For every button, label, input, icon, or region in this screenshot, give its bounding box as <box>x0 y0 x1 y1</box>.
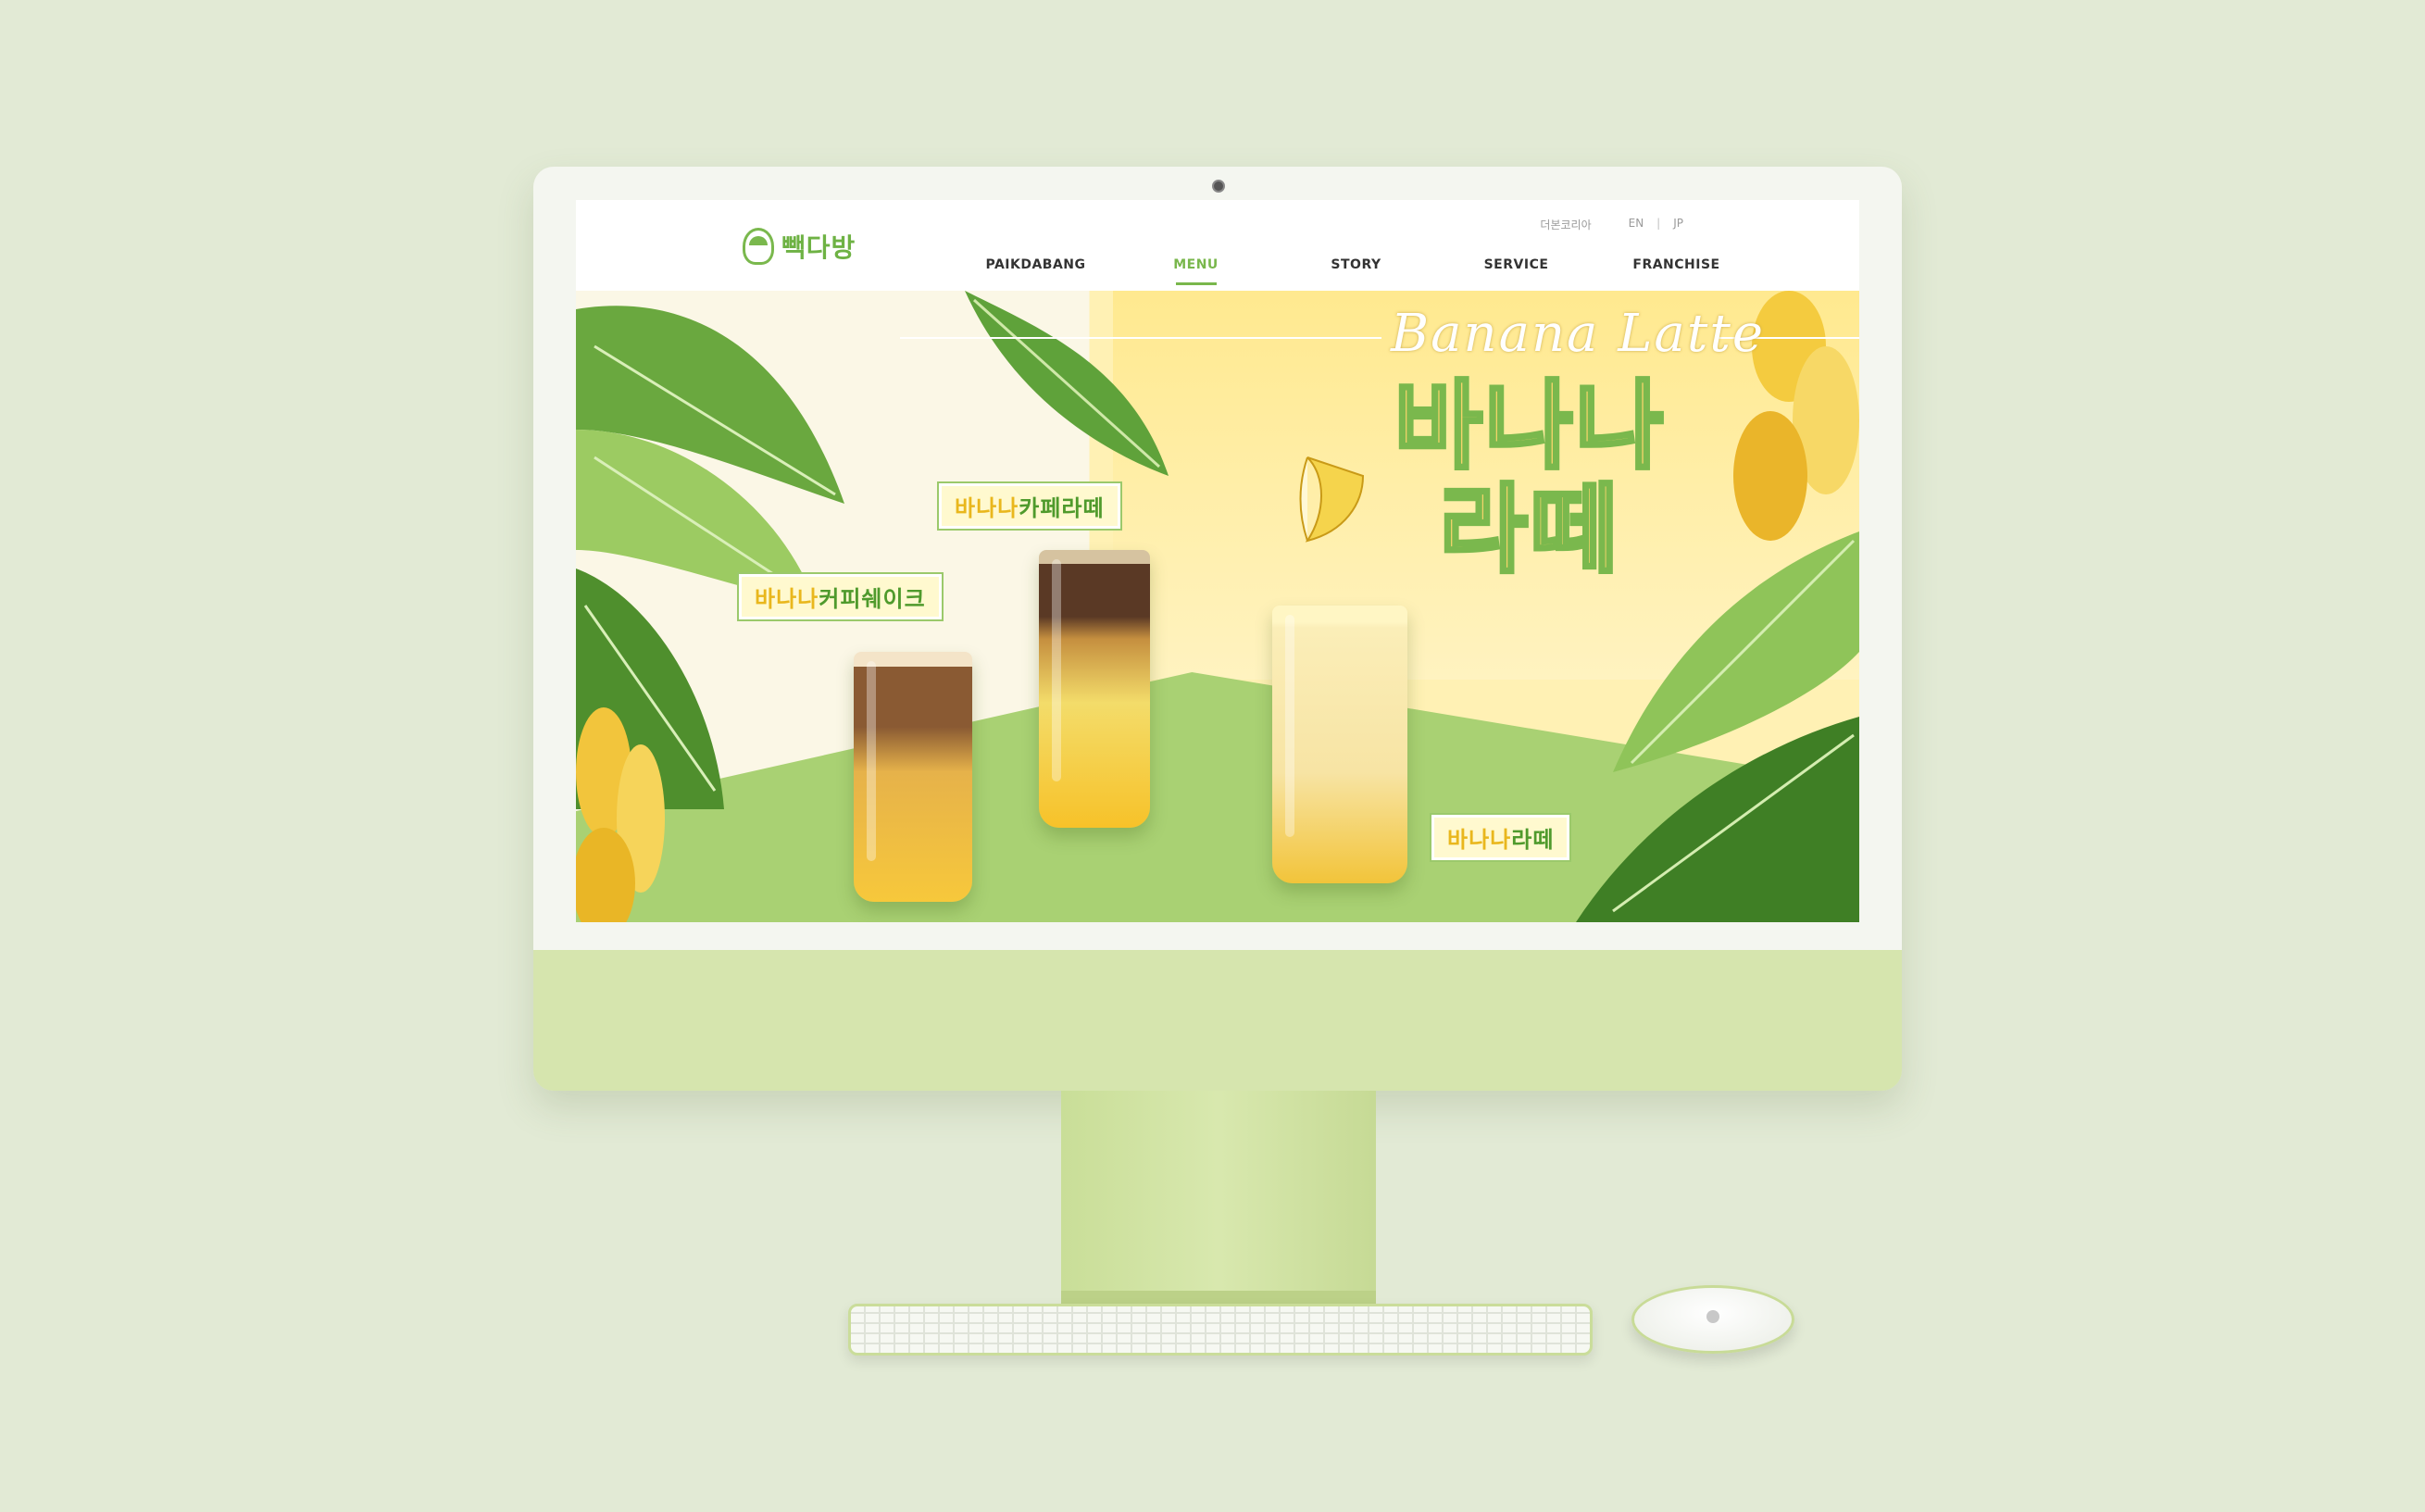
util-separator: | <box>1656 217 1661 230</box>
hero-banner[interactable]: 바나나커피쉐이크 바나나카페라떼 바나나라떼 Banana Latte 바나나 … <box>576 291 1859 922</box>
paik-face-icon <box>743 228 774 265</box>
website-screen: 빽다방 더본코리아 EN | JP PAIKDABANG MENU STORY … <box>576 200 1859 922</box>
util-link-jp[interactable]: JP <box>1673 217 1683 232</box>
banana-leaf-top-illustration <box>965 291 1169 476</box>
banana-cafe-latte-glass[interactable] <box>1039 550 1150 828</box>
peeled-banana-icon <box>1299 456 1365 543</box>
utility-links: 더본코리아 EN | JP <box>1540 217 1683 232</box>
headline-line-1: 바나나 <box>1392 369 1666 482</box>
tag-prefix: 바나나 <box>1447 827 1512 853</box>
nav-paikdabang[interactable]: PAIKDABANG <box>956 257 1116 285</box>
site-header: 빽다방 더본코리아 EN | JP PAIKDABANG MENU STORY … <box>576 200 1859 291</box>
tag-prefix: 바나나 <box>955 495 1019 521</box>
logo-text: 빽다방 <box>781 232 856 263</box>
product-tag-banana-cafe-latte[interactable]: 바나나카페라떼 <box>939 483 1120 529</box>
banana-bunch-left-illustration <box>576 707 665 922</box>
main-nav: PAIKDABANG MENU STORY SERVICE FRANCHISE <box>956 257 1756 285</box>
nav-service[interactable]: SERVICE <box>1436 257 1596 285</box>
keyboard <box>848 1304 1593 1356</box>
banner-headline: 바나나 라떼 <box>1363 369 1696 586</box>
util-link-en[interactable]: EN <box>1629 217 1644 232</box>
product-tag-banana-latte[interactable]: 바나나라떼 <box>1431 815 1570 860</box>
banana-coffee-shake-glass[interactable] <box>854 652 972 902</box>
apple-logo-icon <box>1706 1310 1719 1323</box>
mouse <box>1631 1285 1794 1354</box>
site-logo[interactable]: 빽다방 <box>743 228 856 265</box>
monitor-stand <box>1061 1091 1376 1304</box>
headline-line-2: 라떼 <box>1437 473 1620 586</box>
tag-suffix: 커피쉐이크 <box>819 586 926 612</box>
banana-leaf-right-illustration <box>1576 531 1859 922</box>
nav-story[interactable]: STORY <box>1276 257 1436 285</box>
script-rule-left <box>900 337 1381 339</box>
tag-prefix: 바나나 <box>755 586 819 612</box>
product-tag-banana-coffee-shake[interactable]: 바나나커피쉐이크 <box>739 574 942 619</box>
util-link-theborn[interactable]: 더본코리아 <box>1540 217 1591 232</box>
tag-suffix: 카페라떼 <box>1019 495 1105 521</box>
monitor-chin <box>533 950 1902 1091</box>
nav-menu[interactable]: MENU <box>1116 257 1276 285</box>
camera-icon <box>1212 180 1225 193</box>
tag-suffix: 라떼 <box>1511 827 1555 853</box>
monitor-stand-foot <box>1061 1291 1376 1304</box>
banana-latte-glass[interactable] <box>1272 606 1407 883</box>
banner-script-title: Banana Latte <box>1391 304 1765 364</box>
nav-franchise[interactable]: FRANCHISE <box>1596 257 1756 285</box>
